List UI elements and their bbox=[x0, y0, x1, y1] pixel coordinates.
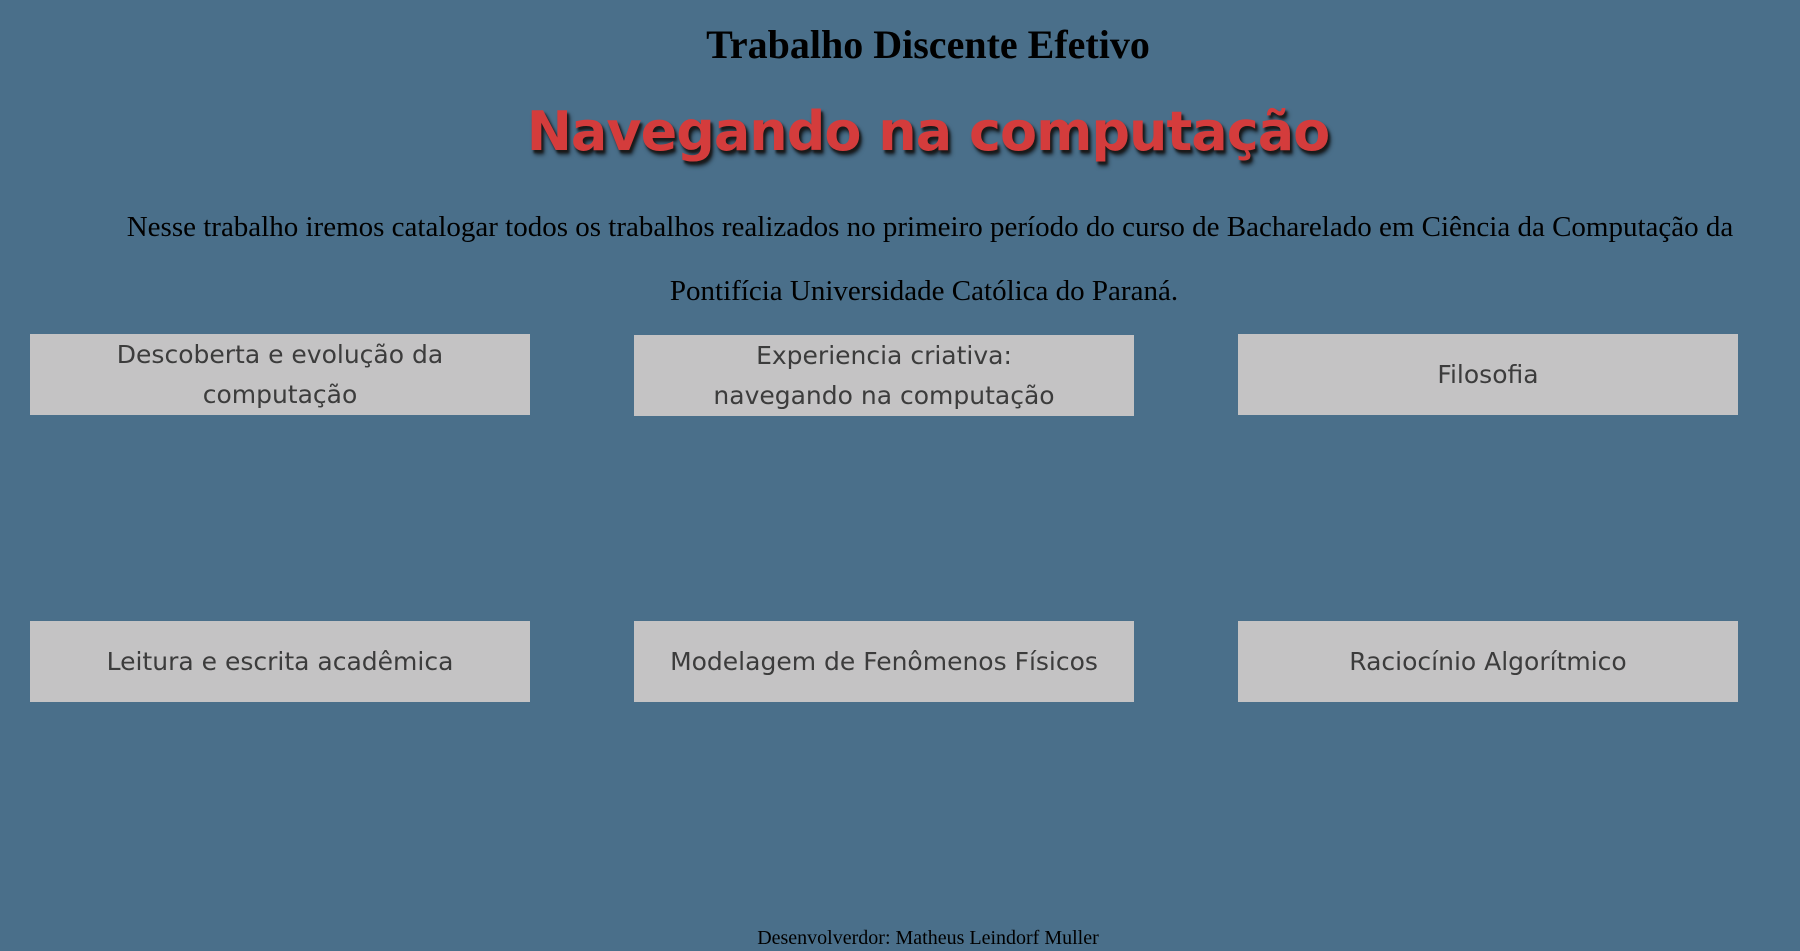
footer-credit: Desenvolverdor: Matheus Leindorf Muller bbox=[757, 927, 1099, 949]
card-label: Descoberta e evolução da computação bbox=[116, 339, 444, 409]
card-label-line-1: Experiencia criativa: bbox=[756, 340, 1012, 370]
card-label: Raciocínio Algorítmico bbox=[1349, 646, 1627, 676]
page-title: Trabalho Discente Efetivo bbox=[706, 22, 1150, 67]
card-label: Experiencia criativa: navegando na compu… bbox=[713, 336, 1054, 416]
card-experiencia-criativa[interactable]: Experiencia criativa: navegando na compu… bbox=[634, 335, 1134, 416]
card-filosofia[interactable]: Filosofia bbox=[1238, 334, 1738, 415]
card-leitura-escrita[interactable]: Leitura e escrita acadêmica bbox=[30, 621, 530, 702]
card-label: Modelagem de Fenômenos Físicos bbox=[670, 646, 1098, 676]
card-descoberta-evolucao[interactable]: Descoberta e evolução da computação bbox=[30, 334, 530, 415]
card-label-line-2: navegando na computação bbox=[713, 380, 1055, 410]
card-label: Filosofia bbox=[1437, 359, 1539, 389]
intro-paragraph: Nesse trabalho iremos catalogar todos os… bbox=[126, 211, 1734, 307]
card-label: Leitura e escrita acadêmica bbox=[106, 646, 454, 676]
headline: Navegando na computação bbox=[526, 100, 1331, 163]
card-modelagem-fenomenos[interactable]: Modelagem de Fenômenos Físicos bbox=[634, 621, 1134, 702]
card-raciocinio-algoritmico[interactable]: Raciocínio Algorítmico bbox=[1238, 621, 1738, 702]
